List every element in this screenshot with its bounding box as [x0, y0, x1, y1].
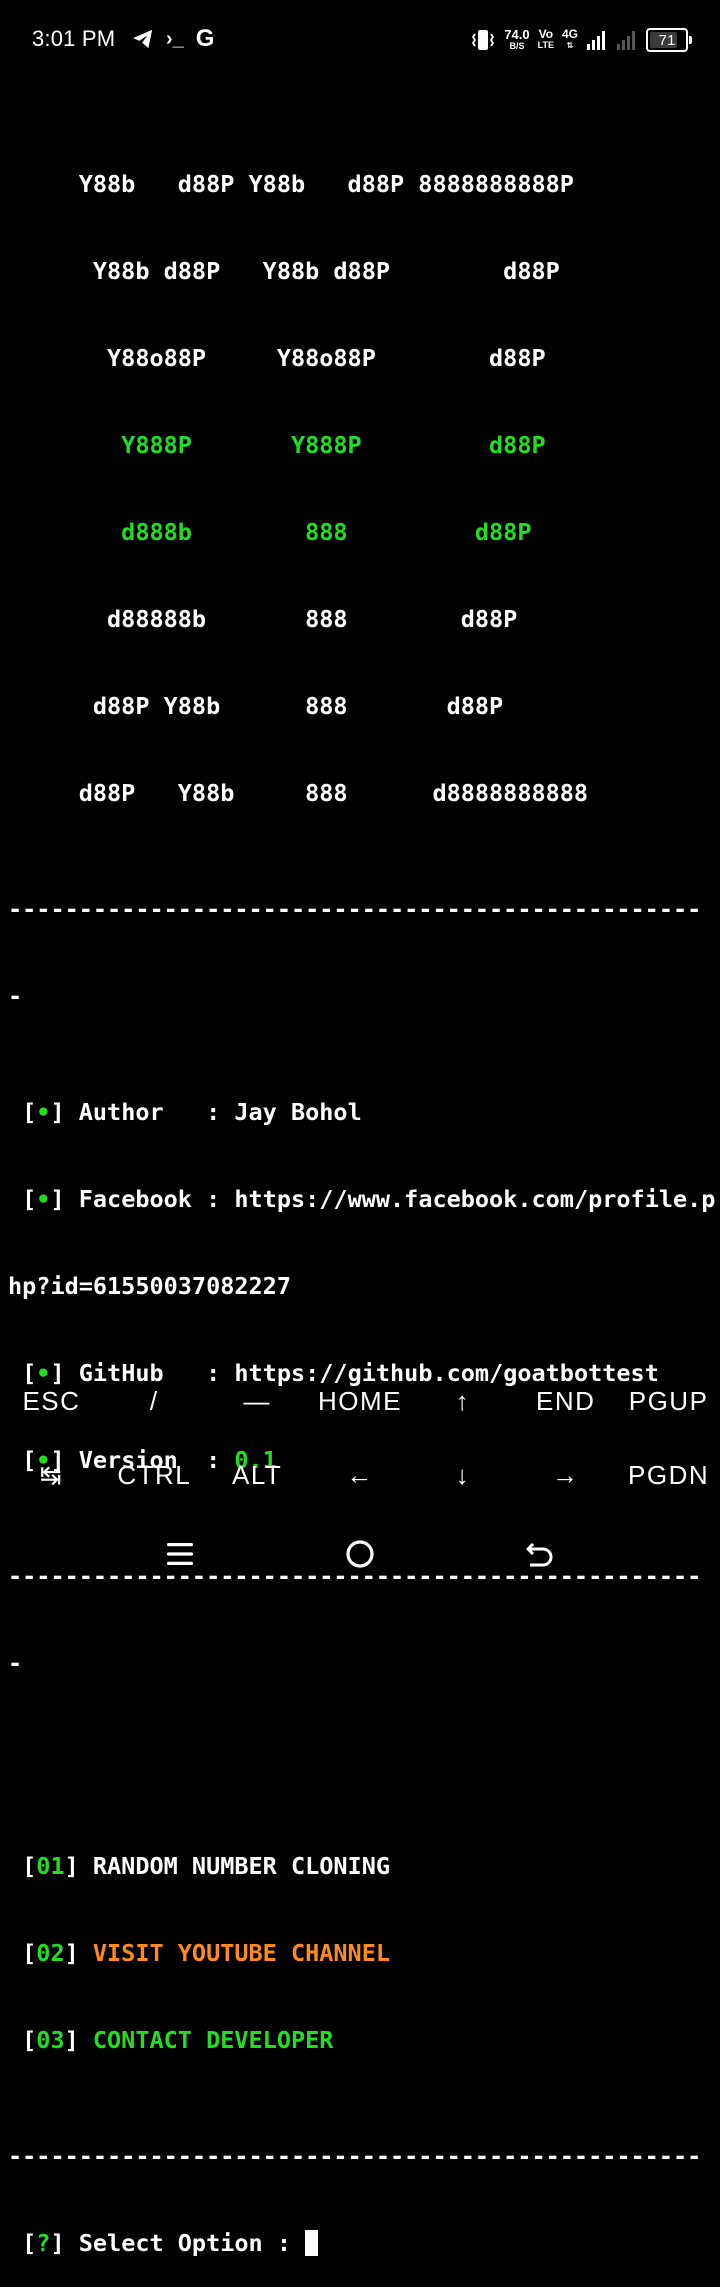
author-value: Jay Bohol — [234, 1098, 362, 1126]
notification-icons: ›_ G — [132, 24, 214, 54]
home-circle-icon[interactable] — [344, 1538, 376, 1570]
text-cursor — [305, 2230, 319, 2256]
key-alt[interactable]: ALT — [206, 1460, 309, 1491]
banner-line: d88888b 888 d88P — [8, 605, 518, 633]
bullet-dot: • — [36, 1359, 51, 1387]
key-esc[interactable]: ESC — [0, 1386, 103, 1417]
clock: 3:01 PM — [32, 26, 116, 51]
bullet-dot: • — [36, 1098, 51, 1126]
volte-indicator: Vo LTE — [537, 27, 554, 50]
network-type: 4G ⇅ — [561, 27, 578, 50]
key-slash[interactable]: / — [103, 1386, 206, 1417]
key-left[interactable]: ← — [309, 1460, 412, 1491]
select-option-prompt[interactable]: [?] Select Option : — [8, 2229, 720, 2258]
separator: ----------------------------------------… — [8, 2142, 702, 2170]
banner-line: d88P Y88b 888 d8888888888 — [8, 779, 589, 807]
menu-icon[interactable] — [164, 1538, 196, 1570]
key-pgup[interactable]: PGUP — [617, 1386, 720, 1417]
github-link[interactable]: https://github.com/goatbottest — [234, 1359, 658, 1387]
signal-strength-sim2-icon — [617, 31, 635, 50]
vibrate-icon — [472, 30, 495, 50]
facebook-link-wrap[interactable]: hp?id=61550037082227 — [8, 1272, 720, 1301]
separator: ----------------------------------------… — [8, 895, 702, 923]
menu-option-01[interactable]: [01] RANDOM NUMBER CLONING — [8, 1852, 720, 1881]
separator-wrap: - — [8, 982, 23, 1010]
key-dash[interactable]: — — [206, 1386, 309, 1417]
status-bar: 3:01 PM ›_ G 74.0 B/S Vo LTE 4G ⇅ 71 — [0, 0, 720, 80]
separator-wrap: - — [8, 1649, 23, 1677]
banner-line: d88P Y88b 888 d88P — [8, 692, 504, 720]
key-down[interactable]: ↓ — [411, 1460, 514, 1491]
banner-line: Y88o88P Y88o88P d88P — [8, 344, 546, 372]
key-tab[interactable]: ↹ — [0, 1460, 103, 1491]
info-github: [•] GitHub : https://github.com/goatbott… — [8, 1359, 659, 1387]
telegram-icon — [133, 29, 153, 49]
key-pgdn[interactable]: PGDN — [617, 1460, 720, 1491]
banner-line: Y88b d88P Y88b d88P d88P — [8, 257, 560, 285]
bullet-dot: • — [36, 1185, 51, 1213]
net-speed: 74.0 B/S — [504, 26, 530, 51]
signal-strength-icon — [587, 31, 605, 50]
facebook-link[interactable]: https://www.facebook.com/profile.p — [234, 1185, 715, 1213]
extra-keys-row-1: ESC / — HOME ↑ END PGUP — [0, 1386, 720, 1417]
info-facebook: [•] Facebook : https://www.facebook.com/… — [8, 1185, 716, 1213]
key-end[interactable]: END — [514, 1386, 617, 1417]
terminal-prompt-icon: ›_ — [166, 27, 184, 50]
key-right[interactable]: → — [514, 1460, 617, 1491]
menu-option-02[interactable]: [02] VISIT YOUTUBE CHANNEL — [8, 1939, 720, 1968]
system-icons: 74.0 B/S Vo LTE 4G ⇅ 71 — [470, 22, 692, 58]
extra-keys-row-2: ↹ CTRL ALT ← ↓ → PGDN — [0, 1460, 720, 1491]
banner-line: Y88b d88P Y88b d88P 8888888888P — [8, 170, 574, 198]
banner-line: Y888P Y888P d88P — [8, 431, 546, 459]
google-icon: G — [195, 25, 215, 52]
back-icon[interactable] — [524, 1538, 556, 1570]
key-home[interactable]: HOME — [309, 1386, 412, 1417]
banner-line: d888b 888 d88P — [8, 518, 532, 546]
terminal-output[interactable]: Y88b d88P Y88b d88P 8888888888P Y88b d88… — [8, 112, 720, 2287]
key-ctrl[interactable]: CTRL — [103, 1460, 206, 1491]
menu-option-03[interactable]: [03] CONTACT DEVELOPER — [8, 2026, 720, 2055]
info-author: [•] Author : Jay Bohol — [8, 1098, 362, 1126]
battery-icon: 71 — [646, 28, 692, 52]
navigation-bar — [0, 1530, 720, 1600]
key-up[interactable]: ↑ — [411, 1386, 514, 1417]
